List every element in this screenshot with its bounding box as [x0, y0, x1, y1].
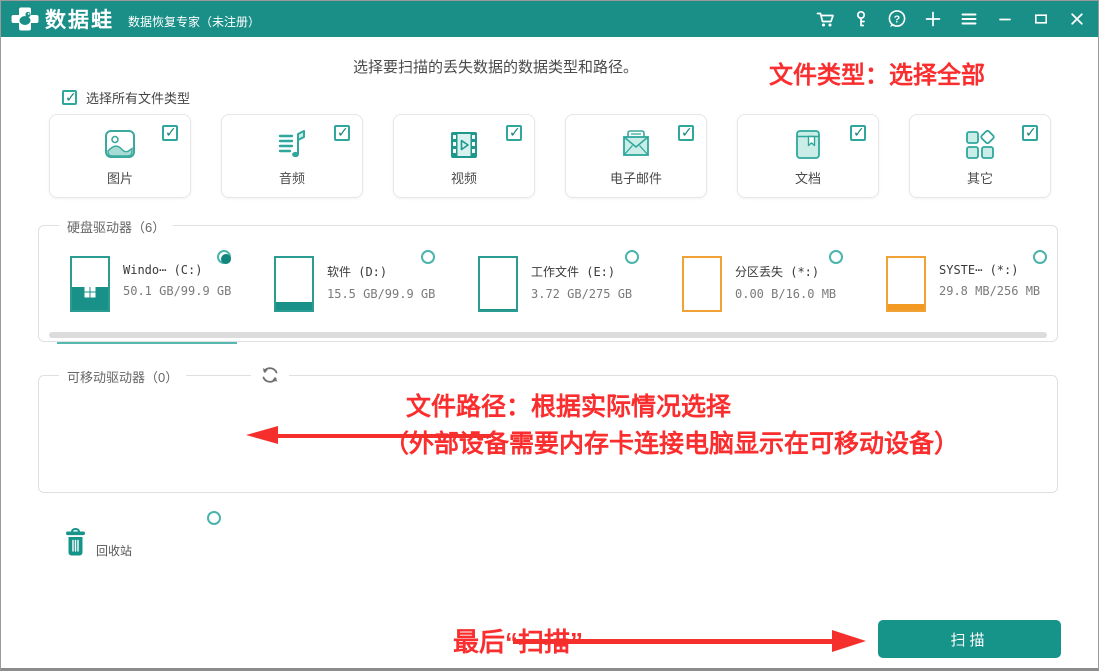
drive-radio[interactable]	[829, 250, 843, 264]
recycle-bin-radio[interactable]	[207, 511, 221, 525]
recycle-bin-label: 回收站	[96, 544, 133, 558]
file-type-card-images[interactable]: 图片	[49, 114, 191, 198]
right-arrow	[513, 630, 866, 652]
file-type-label: 图片	[106, 171, 133, 186]
drive-radio[interactable]	[1033, 250, 1047, 264]
drive-size: 50.1 GB/99.9 GB	[123, 284, 232, 298]
logo-frog-cross-icon	[11, 7, 39, 31]
select-all-label: 选择所有文件类型	[86, 91, 191, 106]
drive-item-system[interactable]: SYSTE⋯ (*:) 29.8 MB/256 MB	[873, 250, 1077, 322]
titlebar: 数据蛙 数据恢复专家（未注册） ?	[1, 1, 1098, 37]
page-instruction: 选择要扫描的丢失数据的数据类型和路径。	[353, 59, 639, 76]
titlebar-buttons: ?	[814, 1, 1088, 37]
file-type-card-documents[interactable]: 文档	[737, 114, 879, 198]
menu-icon[interactable]	[958, 8, 980, 30]
drive-item-lost-partition[interactable]: 分区丢失 (*:) 0.00 B/16.0 MB	[669, 250, 873, 322]
file-type-card-email[interactable]: 电子邮件	[565, 114, 707, 198]
add-icon[interactable]	[922, 8, 944, 30]
image-icon	[50, 127, 190, 163]
drive-item-d[interactable]: 软件 (D:) 15.5 GB/99.9 GB	[261, 250, 465, 322]
drive-icon	[682, 256, 722, 312]
maximize-icon[interactable]	[1030, 8, 1052, 30]
file-type-label: 其它	[966, 171, 993, 186]
drive-item-c[interactable]: Windo⋯ (C:) 50.1 GB/99.9 GB	[57, 250, 261, 344]
close-icon[interactable]	[1066, 8, 1088, 30]
select-all-file-types[interactable]: 选择所有文件类型	[62, 88, 190, 107]
other-icon	[910, 127, 1050, 163]
file-type-card-audio[interactable]: 音频	[221, 114, 363, 198]
annotation-file-type: 文件类型：选择全部	[769, 62, 985, 89]
drive-icon	[70, 256, 110, 312]
email-icon	[566, 127, 706, 163]
left-arrow	[246, 426, 491, 444]
drive-radio[interactable]	[217, 250, 231, 264]
video-icon	[394, 127, 534, 163]
key-icon[interactable]	[850, 8, 872, 30]
drive-list-scrollbar[interactable]	[49, 332, 1047, 338]
hard-drives-panel: 硬盘驱动器（6） Windo⋯ (C:) 50.1 GB/99.9 GB 软件 …	[38, 217, 1058, 344]
drive-name: SYSTE⋯ (*:)	[939, 263, 1019, 277]
file-type-cards: 图片 音频 视频 电子邮件	[49, 114, 1051, 198]
drive-name: 分区丢失 (*:)	[735, 265, 820, 279]
annotation-file-path-line1: 文件路径：根据实际情况选择	[406, 393, 732, 421]
drive-name: Windo⋯ (C:)	[123, 263, 203, 277]
windows-logo-icon	[84, 285, 96, 303]
minimize-icon[interactable]	[994, 8, 1016, 30]
drive-size: 15.5 GB/99.9 GB	[327, 287, 436, 301]
scan-button[interactable]: 扫描	[878, 620, 1061, 658]
app-logo: 数据蛙	[11, 4, 114, 34]
drive-icon	[478, 256, 518, 312]
file-type-card-others[interactable]: 其它	[909, 114, 1051, 198]
file-type-label: 视频	[450, 171, 477, 186]
drive-size: 29.8 MB/256 MB	[939, 284, 1041, 298]
document-icon	[738, 127, 878, 163]
hard-drives-title: 硬盘驱动器（6）	[59, 217, 174, 236]
drive-radio[interactable]	[421, 250, 435, 264]
audio-icon	[222, 127, 362, 163]
help-icon[interactable]: ?	[886, 8, 908, 30]
refresh-icon[interactable]	[251, 364, 289, 391]
drive-name: 工作文件 (E:)	[531, 265, 616, 279]
drive-list: Windo⋯ (C:) 50.1 GB/99.9 GB 软件 (D:) 15.5…	[57, 250, 1077, 344]
drive-name: 软件 (D:)	[327, 265, 388, 279]
drive-icon	[886, 256, 926, 312]
drive-radio[interactable]	[625, 250, 639, 264]
file-type-label: 电子邮件	[609, 171, 662, 186]
cart-icon[interactable]	[814, 8, 836, 30]
drive-icon	[274, 256, 314, 312]
drive-size: 0.00 B/16.0 MB	[735, 287, 837, 301]
file-type-label: 文档	[794, 171, 821, 186]
removable-drives-title: 可移动驱动器（0）	[59, 367, 187, 386]
product-name: 数据蛙	[45, 9, 114, 32]
app-window: 数据蛙 数据恢复专家（未注册） ? 选择要扫描的丢失数据的数据类型和路径。 文件…	[0, 0, 1099, 671]
drive-size: 3.72 GB/275 GB	[531, 287, 633, 301]
selected-drive-underline	[57, 342, 237, 344]
trash-icon[interactable]	[63, 528, 88, 562]
select-all-checkbox[interactable]	[62, 89, 77, 106]
svg-text:?: ?	[894, 13, 900, 25]
file-type-card-video[interactable]: 视频	[393, 114, 535, 198]
drive-item-e[interactable]: 工作文件 (E:) 3.72 GB/275 GB	[465, 250, 669, 322]
app-tagline: 数据恢复专家（未注册）	[128, 14, 261, 29]
file-type-label: 音频	[278, 171, 305, 186]
